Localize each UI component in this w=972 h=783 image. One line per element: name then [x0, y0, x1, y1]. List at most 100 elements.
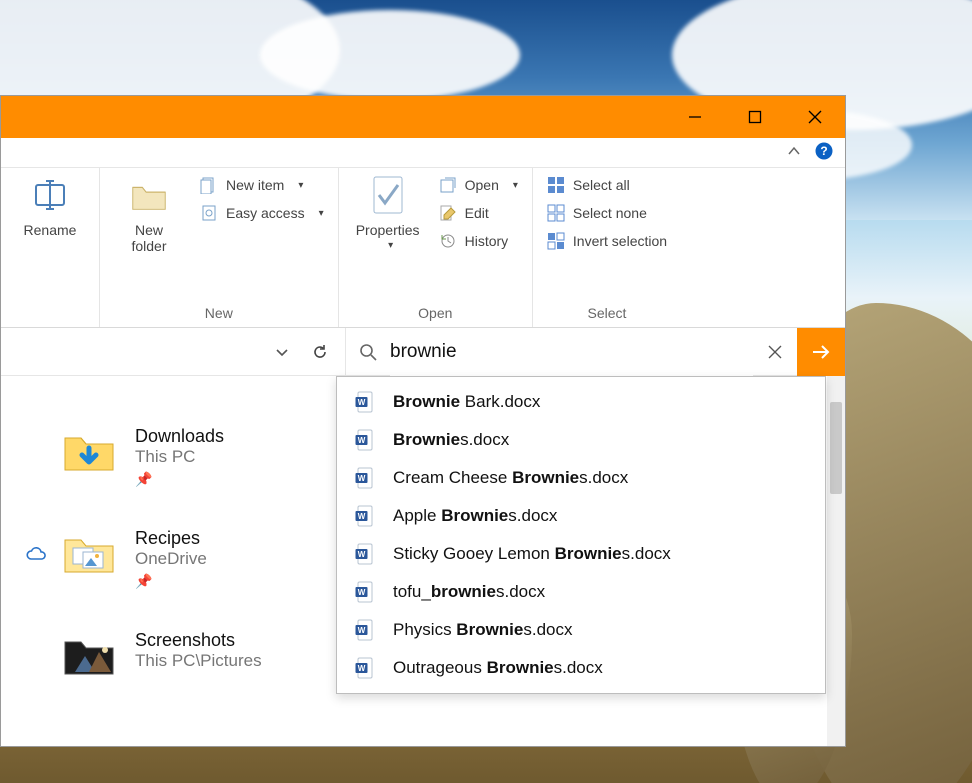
rename-button[interactable]: Rename	[15, 174, 85, 238]
file-explorer-window: ? Rename New folder	[0, 95, 846, 747]
new-folder-button[interactable]: New folder	[114, 174, 184, 254]
ribbon-collapse-icon[interactable]	[787, 144, 801, 161]
suggestion-text: Brownies.docx	[393, 430, 509, 450]
search-input[interactable]	[390, 328, 753, 376]
select-all-button[interactable]: Select all	[547, 176, 667, 194]
folder-new-icon	[128, 174, 170, 216]
easy-access-button[interactable]: Easy access ▾	[200, 204, 324, 222]
address-dropdown-icon[interactable]	[263, 333, 301, 371]
search-box	[345, 328, 845, 376]
group-new-label: New	[114, 301, 324, 325]
maximize-button[interactable]	[725, 96, 785, 138]
folder-location: OneDrive	[135, 549, 207, 569]
rename-icon	[29, 174, 71, 216]
suggestion-item[interactable]: W Brownies.docx	[337, 421, 825, 459]
titlebar	[1, 96, 845, 138]
suggestion-text: Outrageous Brownies.docx	[393, 658, 603, 678]
svg-text:?: ?	[820, 144, 827, 158]
folder-icon	[61, 528, 117, 578]
chevron-down-icon: ▾	[388, 240, 393, 251]
suggestion-text: Sticky Gooey Lemon Brownies.docx	[393, 544, 671, 564]
invert-selection-button[interactable]: Invert selection	[547, 232, 667, 250]
suggestion-item[interactable]: W Physics Brownies.docx	[337, 611, 825, 649]
folder-name: Recipes	[135, 528, 207, 549]
folder-location: This PC\Pictures	[135, 651, 262, 671]
chevron-down-icon: ▾	[319, 208, 324, 219]
word-document-icon: W	[355, 657, 375, 679]
folder-item[interactable]: Recipes OneDrive 📌	[61, 528, 321, 590]
search-suggestions: W Brownie Bark.docx W Brownies.docx W Cream C…	[336, 376, 826, 694]
suggestion-item[interactable]: W Cream Cheese Brownies.docx	[337, 459, 825, 497]
svg-text:W: W	[358, 664, 366, 673]
group-open-label: Open	[353, 301, 518, 325]
new-item-icon	[200, 176, 218, 194]
history-icon	[439, 232, 457, 250]
pin-icon: 📌	[135, 573, 207, 590]
suggestion-item[interactable]: W Sticky Gooey Lemon Brownies.docx	[337, 535, 825, 573]
open-button[interactable]: Open ▾	[439, 176, 518, 194]
svg-text:W: W	[358, 512, 366, 521]
invert-selection-icon	[547, 232, 565, 250]
folder-item[interactable]: Downloads This PC 📌	[61, 426, 321, 488]
clear-search-icon[interactable]	[753, 345, 797, 359]
svg-text:W: W	[358, 588, 366, 597]
folder-icon	[61, 630, 117, 680]
svg-text:W: W	[358, 436, 366, 445]
rename-label: Rename	[24, 222, 77, 238]
scrollbar[interactable]	[827, 376, 845, 746]
svg-text:W: W	[358, 550, 366, 559]
edit-button[interactable]: Edit	[439, 204, 518, 222]
ribbon: Rename New folder New item ▾	[1, 168, 845, 328]
search-icon	[346, 343, 390, 361]
folder-name: Screenshots	[135, 630, 262, 651]
select-all-icon	[547, 176, 565, 194]
content-area: Downloads This PC 📌 Recipes OneDrive 📌 Scr…	[1, 376, 845, 746]
suggestion-item[interactable]: W Apple Brownies.docx	[337, 497, 825, 535]
select-none-icon	[547, 204, 565, 222]
group-select-label: Select	[547, 301, 667, 325]
cloud-status-icon	[25, 546, 47, 565]
results-panel: Downloads This PC 📌 Recipes OneDrive 📌 Scr…	[1, 376, 331, 746]
properties-icon	[367, 174, 409, 216]
suggestion-text: Brownie Bark.docx	[393, 392, 540, 412]
word-document-icon: W	[355, 619, 375, 641]
history-button[interactable]: History	[439, 232, 518, 250]
pin-icon: 📌	[135, 471, 224, 488]
svg-text:W: W	[358, 474, 366, 483]
minimize-button[interactable]	[665, 96, 725, 138]
close-button[interactable]	[785, 96, 845, 138]
suggestion-text: tofu_brownies.docx	[393, 582, 545, 602]
chevron-down-icon: ▾	[298, 180, 303, 191]
edit-icon	[439, 204, 457, 222]
folder-item[interactable]: Screenshots This PC\Pictures	[61, 630, 321, 680]
suggestion-item[interactable]: Wtofu_brownies.docx	[337, 573, 825, 611]
chevron-down-icon: ▾	[513, 180, 518, 191]
suggestion-text: Cream Cheese Brownies.docx	[393, 468, 628, 488]
easy-access-icon	[200, 204, 218, 222]
refresh-icon[interactable]	[301, 333, 339, 371]
suggestion-text: Physics Brownies.docx	[393, 620, 573, 640]
ribbon-header: ?	[1, 138, 845, 168]
properties-button[interactable]: Properties ▾	[353, 174, 423, 251]
suggestion-item[interactable]: W Brownie Bark.docx	[337, 383, 825, 421]
select-none-button[interactable]: Select none	[547, 204, 667, 222]
search-submit-button[interactable]	[797, 328, 845, 376]
suggestion-text: Apple Brownies.docx	[393, 506, 557, 526]
word-document-icon: W	[355, 505, 375, 527]
word-document-icon: W	[355, 467, 375, 489]
nav-row	[1, 328, 845, 376]
new-item-button[interactable]: New item ▾	[200, 176, 324, 194]
open-icon	[439, 176, 457, 194]
suggestion-item[interactable]: W Outrageous Brownies.docx	[337, 649, 825, 687]
help-icon[interactable]: ?	[815, 142, 833, 163]
word-document-icon: W	[355, 429, 375, 451]
word-document-icon: W	[355, 391, 375, 413]
address-bar[interactable]	[1, 328, 345, 375]
scrollbar-thumb[interactable]	[830, 402, 842, 494]
folder-location: This PC	[135, 447, 224, 467]
word-document-icon: W	[355, 581, 375, 603]
properties-label: Properties	[356, 222, 420, 238]
folder-name: Downloads	[135, 426, 224, 447]
svg-text:W: W	[358, 626, 366, 635]
folder-icon	[61, 426, 117, 476]
